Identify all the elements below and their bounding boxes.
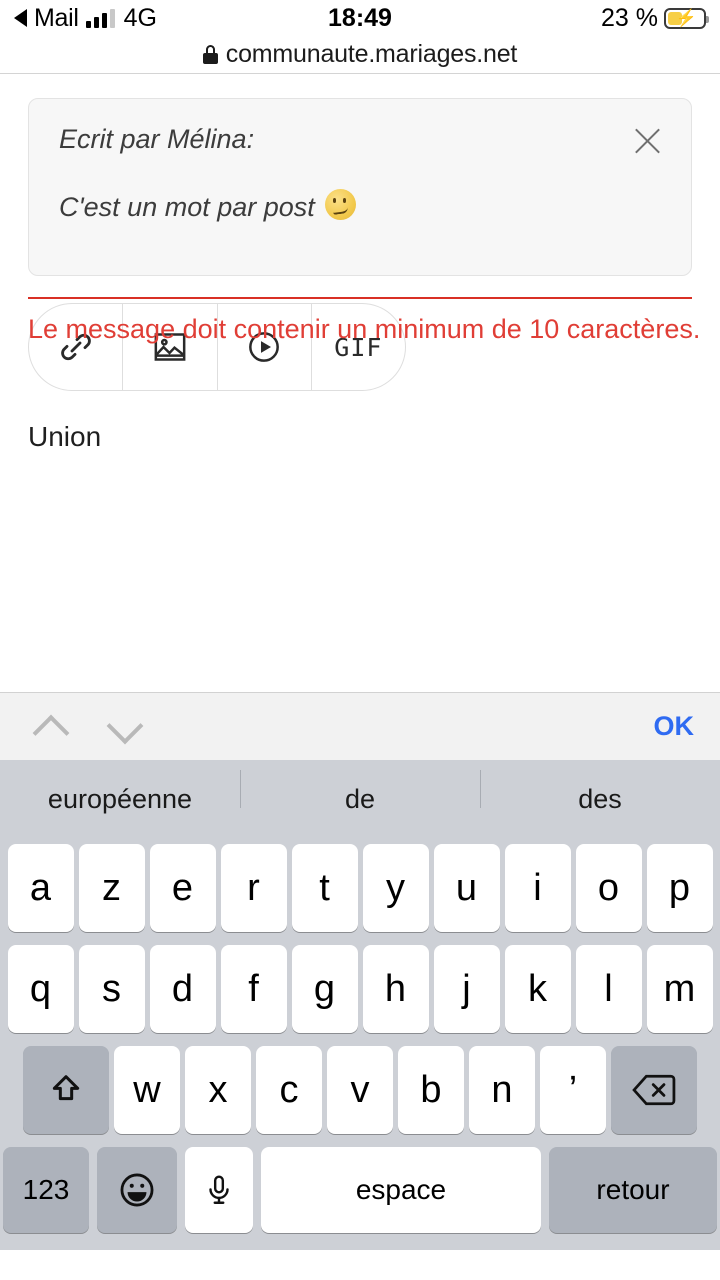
emoji-smiley-icon[interactable] <box>97 1147 177 1233</box>
keyboard-row-4: 123 espace retour <box>3 1147 717 1233</box>
smirking-face-emoji <box>324 189 356 221</box>
close-icon[interactable] <box>629 123 665 159</box>
key-q[interactable]: q <box>7 945 74 1033</box>
space-key[interactable]: espace <box>261 1147 541 1233</box>
shift-icon[interactable] <box>23 1046 109 1134</box>
key-l[interactable]: l <box>575 945 642 1033</box>
prediction-item[interactable]: européenne <box>0 784 240 815</box>
keyboard-row-2: q s d f g h j k l m <box>3 945 717 1033</box>
quote-body-text: C'est un mot par post <box>59 191 315 222</box>
signal-bars-icon <box>85 8 115 28</box>
message-input-value[interactable]: Union <box>28 421 720 453</box>
key-m[interactable]: m <box>646 945 713 1033</box>
on-screen-keyboard: a z e r t y u i o p q s d f g h j k l m … <box>0 838 720 1250</box>
keyboard-row-1: a z e r t y u i o p <box>3 844 717 932</box>
status-bar: Mail 4G 18:49 23 % ⚡ <box>0 0 720 36</box>
key-t[interactable]: t <box>291 844 358 932</box>
quote-body-line: C'est un mot par post <box>59 189 665 225</box>
quote-box: Ecrit par Mélina: C'est un mot par post <box>28 98 692 276</box>
key-y[interactable]: y <box>362 844 429 932</box>
key-k[interactable]: k <box>504 945 571 1033</box>
prediction-item[interactable]: des <box>480 769 720 815</box>
key-x[interactable]: x <box>185 1046 251 1134</box>
keyboard-accessory-bar: OK <box>0 692 720 760</box>
key-c[interactable]: c <box>256 1046 322 1134</box>
key-u[interactable]: u <box>433 844 500 932</box>
key-o[interactable]: o <box>575 844 642 932</box>
page-content: Ecrit par Mélina: C'est un mot par post <box>0 98 720 692</box>
validation-error-text: Le message doit contenir un minimum de 1… <box>28 314 701 344</box>
key-apostrophe[interactable]: ’ <box>540 1046 606 1134</box>
triangle-left-icon[interactable] <box>14 9 27 27</box>
numbers-key[interactable]: 123 <box>3 1147 89 1233</box>
browser-url-bar[interactable]: communaute.mariages.net <box>0 36 720 74</box>
predictive-text-bar: européenne de des <box>0 760 720 838</box>
key-s[interactable]: s <box>78 945 145 1033</box>
message-field-underline <box>28 297 692 299</box>
key-w[interactable]: w <box>114 1046 180 1134</box>
key-e[interactable]: e <box>149 844 216 932</box>
prediction-item[interactable]: de <box>240 769 480 815</box>
key-g[interactable]: g <box>291 945 358 1033</box>
chevron-down-icon[interactable] <box>100 703 148 751</box>
key-f[interactable]: f <box>220 945 287 1033</box>
backspace-icon[interactable] <box>611 1046 697 1134</box>
status-bar-right: 23 % ⚡ <box>601 3 709 33</box>
key-h[interactable]: h <box>362 945 429 1033</box>
key-v[interactable]: v <box>327 1046 393 1134</box>
key-n[interactable]: n <box>469 1046 535 1134</box>
status-back-app-label[interactable]: Mail <box>34 4 79 33</box>
battery-charging-icon: ⚡ <box>664 7 709 29</box>
network-type-label: 4G <box>123 3 157 32</box>
key-p[interactable]: p <box>646 844 713 932</box>
key-a[interactable]: a <box>7 844 74 932</box>
lock-icon <box>202 45 218 64</box>
url-label: communaute.mariages.net <box>225 40 518 68</box>
quote-author-line: Ecrit par Mélina: <box>59 124 255 154</box>
key-d[interactable]: d <box>149 945 216 1033</box>
key-b[interactable]: b <box>398 1046 464 1134</box>
keyboard-done-button[interactable]: OK <box>654 711 695 742</box>
status-bar-left: Mail 4G <box>14 4 157 33</box>
return-key[interactable]: retour <box>549 1147 717 1233</box>
key-i[interactable]: i <box>504 844 571 932</box>
keyboard-row-3: w x c v b n ’ <box>3 1046 717 1134</box>
battery-percent-label: 23 % <box>601 3 658 32</box>
key-z[interactable]: z <box>78 844 145 932</box>
chevron-up-icon[interactable] <box>26 703 74 751</box>
key-j[interactable]: j <box>433 945 500 1033</box>
microphone-icon[interactable] <box>185 1147 253 1233</box>
key-r[interactable]: r <box>220 844 287 932</box>
